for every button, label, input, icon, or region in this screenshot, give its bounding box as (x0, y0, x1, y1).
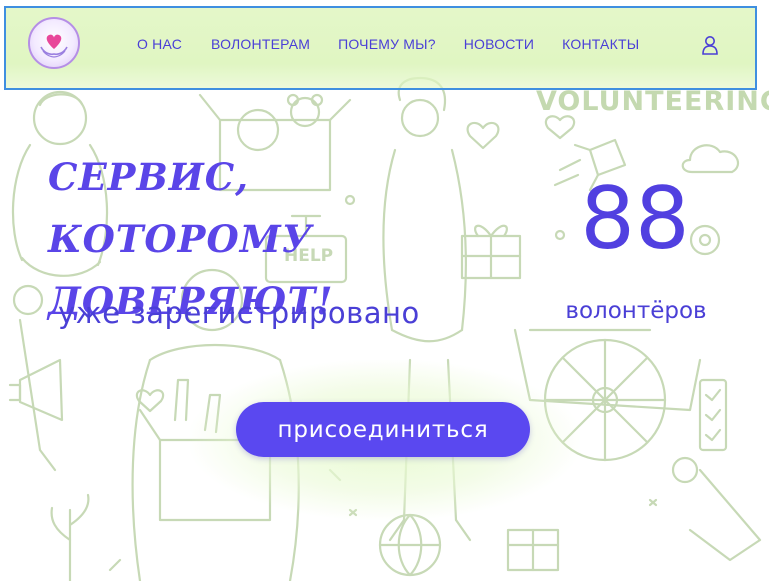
site-logo[interactable] (28, 17, 80, 69)
main-nav: О НАС ВОЛОНТЕРАМ ПОЧЕМУ МЫ? НОВОСТИ КОНТ… (137, 36, 639, 52)
site-header: О НАС ВОЛОНТЕРАМ ПОЧЕМУ МЫ? НОВОСТИ КОНТ… (4, 6, 757, 90)
hero-subtitle: уже зарегистрировано (58, 296, 420, 330)
background-volunteering-text: VOLUNTEERING (536, 86, 769, 117)
hero-title-line-1: СЕРВИС, КОТОРОМУ (48, 155, 313, 261)
nav-item-why-us[interactable]: ПОЧЕМУ МЫ? (338, 36, 436, 52)
nav-item-about[interactable]: О НАС (137, 36, 182, 52)
nav-item-contacts[interactable]: КОНТАКТЫ (562, 36, 639, 52)
page: VOLUNTEERING HELP О НАС ВОЛОНТЕРАМ ПОЧЕМ… (0, 0, 769, 581)
volunteer-counter-label: волонтёров (565, 298, 707, 324)
nav-item-volunteers[interactable]: ВОЛОНТЕРАМ (211, 36, 310, 52)
join-button[interactable]: присоединиться (236, 402, 530, 457)
volunteer-counter-value: 88 (580, 169, 690, 269)
user-icon[interactable] (701, 35, 719, 55)
heart-hands-icon (40, 34, 68, 58)
nav-item-news[interactable]: НОВОСТИ (464, 36, 534, 52)
